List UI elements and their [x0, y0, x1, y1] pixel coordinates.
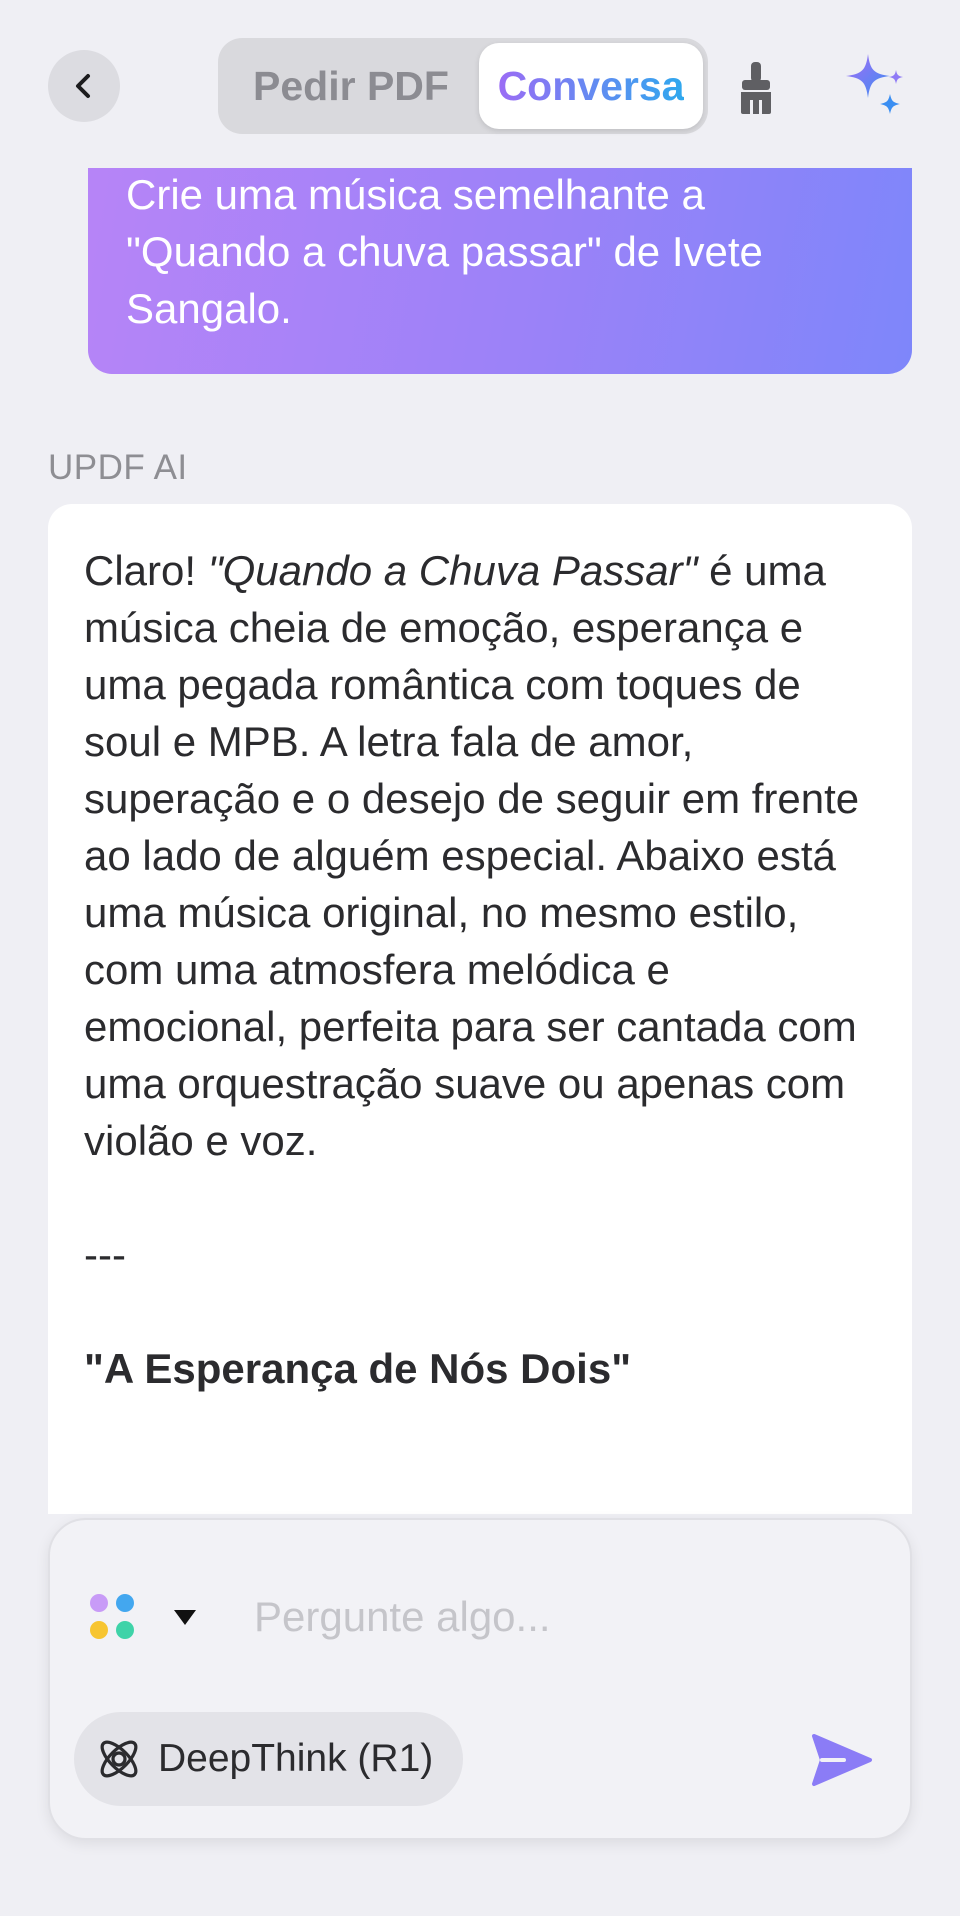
response-separator: --- [84, 1231, 126, 1278]
model-selector-button[interactable] [90, 1590, 196, 1644]
ai-response-card: Claro! "Quando a Chuva Passar" é uma mús… [48, 504, 912, 1514]
deepthink-toggle-button[interactable]: DeepThink (R1) [74, 1712, 464, 1806]
intro-body: é uma música cheia de emoção, esperança … [84, 547, 860, 1164]
caret-down-icon [174, 1609, 196, 1625]
deepthink-label: DeepThink (R1) [158, 1737, 434, 1780]
intro-song-reference: "Quando a Chuva Passar" [207, 547, 698, 594]
clear-chat-button[interactable] [728, 56, 784, 120]
user-message-bubble: Crie uma música semelhante a "Quando a c… [88, 140, 912, 374]
ai-response-intro: Claro! "Quando a Chuva Passar" é uma mús… [84, 542, 876, 1169]
chevron-left-icon [76, 74, 90, 98]
user-message-text: Crie uma música semelhante a "Quando a c… [126, 171, 763, 332]
send-button[interactable] [808, 1726, 876, 1794]
tab-pedir-pdf-label: Pedir PDF [253, 62, 449, 109]
model-logo-icon [90, 1594, 136, 1640]
ai-assistant-button[interactable] [842, 50, 912, 120]
broom-icon [741, 62, 771, 114]
tab-conversa[interactable]: Conversa [479, 43, 703, 129]
tab-pedir-pdf[interactable]: Pedir PDF [223, 43, 479, 129]
intro-start: Claro! [84, 547, 208, 594]
back-button[interactable] [48, 50, 120, 122]
send-icon [812, 1734, 872, 1786]
ask-input[interactable] [252, 1584, 852, 1650]
sparkle-icon [846, 54, 903, 114]
ai-sender-label: UPDF AI [48, 448, 188, 487]
song-title: "A Esperança de Nós Dois" [84, 1345, 632, 1392]
header-bar: Pedir PDF Conversa [0, 0, 960, 168]
mode-segmented-control: Pedir PDF Conversa [218, 38, 708, 134]
tab-conversa-label: Conversa [497, 62, 685, 109]
chat-input-panel: DeepThink (R1) [48, 1518, 912, 1840]
atom-icon [100, 1740, 138, 1778]
